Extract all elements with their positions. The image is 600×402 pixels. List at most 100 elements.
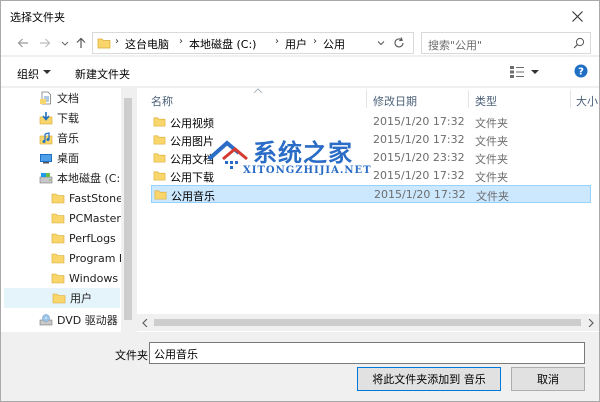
view-dropdown-icon[interactable] xyxy=(531,68,539,76)
select-folder-dialog: 选择文件夹 › 这台电脑 › 本地磁盘 (C:) › 用户 › 公用 搜索"公用… xyxy=(0,0,600,402)
list-item[interactable]: 公用文档 2015/1/20 23:32 文件夹 xyxy=(151,149,591,167)
column-divider[interactable] xyxy=(366,90,367,108)
back-arrow-icon xyxy=(17,38,28,48)
column-header-date[interactable]: 修改日期 xyxy=(373,88,417,110)
sort-ascending-icon xyxy=(254,88,262,93)
file-name: 公用视频 xyxy=(170,117,214,130)
search-input[interactable]: 搜索"公用" xyxy=(421,32,591,54)
file-name: 公用文档 xyxy=(170,153,214,166)
folder-icon xyxy=(51,213,65,224)
file-list: 名称 修改日期 类型 大小 公用视频 2015/1/20 17:32 文件夹 公… xyxy=(137,88,599,332)
search-placeholder: 搜索"公用" xyxy=(428,39,483,52)
folder-icon xyxy=(154,190,167,200)
list-item[interactable]: 公用下载 2015/1/20 17:32 文件夹 xyxy=(151,167,591,185)
address-dropdown-icon[interactable] xyxy=(375,37,387,49)
breadcrumb-public[interactable]: 公用 xyxy=(323,36,345,52)
dialog-footer: 文件夹: 公用音乐 将此文件夹添加到 音乐 取消 xyxy=(1,333,599,401)
file-type: 文件夹 xyxy=(475,135,508,148)
column-header-size[interactable]: 大小 xyxy=(576,88,598,110)
recent-locations-button[interactable] xyxy=(57,35,73,51)
folder-icon xyxy=(153,135,166,145)
music-icon xyxy=(39,132,53,145)
window-title: 选择文件夹 xyxy=(10,11,65,24)
breadcrumb-local-disk[interactable]: 本地磁盘 (C:) xyxy=(189,36,256,52)
desktop-icon xyxy=(40,154,52,164)
sidebar-item-label: Windows xyxy=(69,271,119,285)
title-bar: 选择文件夹 xyxy=(1,1,599,31)
list-item-selected[interactable]: 公用音乐 2015/1/20 17:32 文件夹 xyxy=(151,185,591,203)
file-type: 文件夹 xyxy=(475,117,508,130)
column-header-name[interactable]: 名称 xyxy=(151,88,173,110)
file-date: 2015/1/20 17:32 xyxy=(373,133,465,146)
new-folder-button[interactable]: 新建文件夹 xyxy=(75,66,130,82)
search-icon xyxy=(573,37,585,49)
sidebar-item-label: FastStone xyxy=(69,191,123,205)
breadcrumb-users[interactable]: 用户 xyxy=(285,36,307,52)
folder-icon xyxy=(52,293,66,304)
list-item[interactable]: 公用视频 2015/1/20 17:32 文件夹 xyxy=(151,113,591,131)
file-name: 公用图片 xyxy=(170,135,214,148)
toolbar: 组织 新建文件夹 ? xyxy=(1,57,599,87)
folder-name-field[interactable]: 公用音乐 xyxy=(149,342,585,364)
add-folder-button[interactable]: 将此文件夹添加到 音乐 xyxy=(357,367,501,391)
scroll-right-icon[interactable] xyxy=(587,319,595,327)
file-type: 文件夹 xyxy=(475,153,508,166)
sidebar-scroll-thumb[interactable] xyxy=(124,98,132,320)
forward-arrow-icon xyxy=(40,38,51,48)
close-icon xyxy=(571,10,583,22)
file-date: 2015/1/20 17:32 xyxy=(374,188,466,201)
back-button[interactable] xyxy=(15,35,31,51)
downloads-icon xyxy=(39,112,53,125)
organize-button[interactable]: 组织 xyxy=(17,66,39,82)
sidebar-scrollbar[interactable] xyxy=(121,88,135,332)
scroll-left-icon[interactable] xyxy=(141,319,149,327)
folder-icon xyxy=(153,171,166,181)
sidebar-item-label: 音乐 xyxy=(57,132,79,145)
folder-field-label: 文件夹: xyxy=(115,349,152,362)
drive-icon xyxy=(39,173,53,184)
navigation-bar: › 这台电脑 › 本地磁盘 (C:) › 用户 › 公用 搜索"公用" xyxy=(1,31,599,55)
breadcrumb-this-pc[interactable]: 这台电脑 xyxy=(125,36,169,52)
cancel-button[interactable]: 取消 xyxy=(511,367,585,391)
close-button[interactable] xyxy=(555,1,599,31)
organize-dropdown-icon xyxy=(43,70,51,74)
folder-icon xyxy=(51,273,65,284)
breadcrumb-separator: › xyxy=(275,36,279,47)
help-icon[interactable]: ? xyxy=(574,64,588,78)
sidebar-item-label: DVD 驱动器 ( xyxy=(57,314,126,327)
refresh-icon[interactable] xyxy=(392,36,406,50)
sidebar-item-label: 用户 xyxy=(70,292,92,305)
documents-icon xyxy=(40,91,51,105)
file-name: 公用音乐 xyxy=(171,190,215,203)
up-button[interactable] xyxy=(73,35,89,51)
column-header-type[interactable]: 类型 xyxy=(475,88,497,110)
file-date: 2015/1/20 17:32 xyxy=(373,115,465,128)
breadcrumb-separator: › xyxy=(179,36,183,47)
up-arrow-icon xyxy=(76,37,86,48)
chevron-down-icon xyxy=(61,41,69,46)
list-item[interactable]: 公用图片 2015/1/20 17:32 文件夹 xyxy=(151,131,591,149)
folder-icon xyxy=(51,253,65,264)
folder-icon xyxy=(153,117,166,127)
sidebar-item-label: 本地磁盘 (C:) xyxy=(57,172,125,185)
sidebar-item-label: PerfLogs xyxy=(69,231,116,245)
column-divider[interactable] xyxy=(468,90,469,108)
forward-button[interactable] xyxy=(37,35,53,51)
breadcrumb-separator: › xyxy=(313,36,317,47)
sidebar-item-label: Program F xyxy=(69,251,126,265)
sidebar-item-users[interactable]: 用户 xyxy=(4,288,120,308)
file-name: 公用下载 xyxy=(170,171,214,184)
svg-text:?: ? xyxy=(578,67,584,78)
address-bar[interactable]: › 这台电脑 › 本地磁盘 (C:) › 用户 › 公用 xyxy=(92,32,414,54)
column-divider[interactable] xyxy=(570,90,571,108)
sidebar-item-label: PCMaster xyxy=(69,211,121,225)
folder-icon xyxy=(51,233,65,244)
horizontal-scrollbar[interactable] xyxy=(137,314,599,331)
folder-icon xyxy=(153,153,166,163)
file-type: 文件夹 xyxy=(476,190,509,203)
sidebar-item-label: 下载 xyxy=(57,112,79,125)
folder-icon xyxy=(97,38,111,49)
view-options-icon[interactable] xyxy=(509,65,525,79)
horizontal-scroll-thumb[interactable] xyxy=(154,319,581,326)
breadcrumb-separator: › xyxy=(115,36,119,47)
